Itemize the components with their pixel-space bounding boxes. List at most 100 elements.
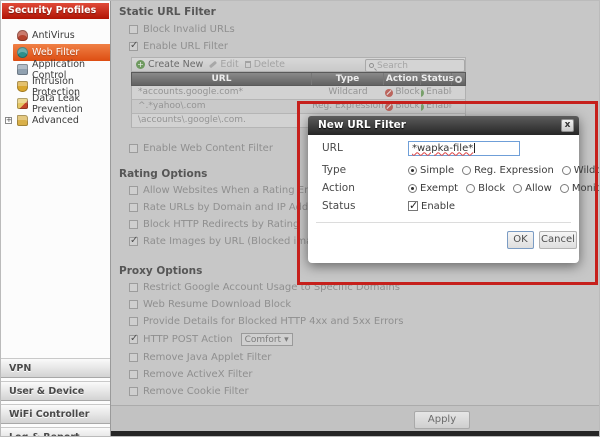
- expand-plus-icon[interactable]: +: [5, 117, 12, 124]
- block-icon: [385, 102, 394, 111]
- checkbox-remove-java-applet[interactable]: Remove Java Applet Filter: [129, 352, 271, 363]
- sidebar-item-label: AntiVirus: [32, 30, 75, 41]
- checkbox-label: Enable URL Filter: [143, 41, 229, 52]
- chevron-down-icon: ▾: [284, 334, 289, 345]
- checkbox[interactable]: [129, 300, 138, 309]
- checkbox-remove-cookie[interactable]: Remove Cookie Filter: [129, 386, 249, 397]
- radio-action-monitor[interactable]: Monitor: [559, 183, 599, 194]
- accordion-wifi-controller[interactable]: WiFi Controller: [1, 404, 110, 424]
- action-cell: Block: [384, 100, 421, 113]
- sidebar-item-data-leak-prevention[interactable]: Data Leak Prevention: [1, 93, 110, 115]
- delete-button[interactable]: Delete: [244, 59, 285, 70]
- radio-action-block[interactable]: Block: [466, 183, 505, 194]
- security-profiles-header[interactable]: Security Profiles: [2, 3, 109, 19]
- checkbox[interactable]: [129, 25, 138, 34]
- search-icon: [369, 63, 374, 68]
- checkbox-remove-activex[interactable]: Remove ActiveX Filter: [129, 369, 253, 380]
- ok-button[interactable]: OK: [507, 231, 534, 249]
- checkbox[interactable]: [129, 353, 138, 362]
- column-header-status[interactable]: Status: [421, 73, 454, 85]
- sidebar-item-label: Web Filter: [32, 47, 80, 58]
- checkbox-restrict-google-account[interactable]: Restrict Google Account Usage to Specifi…: [129, 282, 400, 293]
- checkbox[interactable]: [129, 203, 138, 212]
- column-header-action[interactable]: Action: [384, 73, 421, 85]
- edit-label: Edit: [220, 59, 239, 70]
- advanced-icon: [17, 115, 28, 126]
- dialog-divider: [316, 222, 571, 223]
- trash-icon: [244, 61, 251, 68]
- radio-icon[interactable]: [408, 183, 417, 193]
- column-header-type[interactable]: Type: [312, 73, 384, 85]
- select-value: Comfort: [244, 334, 282, 345]
- accordion-log-report[interactable]: Log & Report: [1, 427, 110, 436]
- checkbox[interactable]: [129, 220, 138, 229]
- table-search-box[interactable]: [365, 59, 465, 72]
- checkbox-icon[interactable]: [408, 199, 418, 212]
- checkbox-http-post-action[interactable]: HTTP POST Action Comfort ▾: [129, 333, 293, 346]
- radio-label: Block: [478, 182, 506, 194]
- checkbox[interactable]: [129, 370, 138, 379]
- radio-label: Wildcard: [573, 164, 599, 176]
- footer-bar: Apply: [111, 405, 599, 431]
- checkbox[interactable]: [129, 333, 138, 344]
- enable-check-icon: ✓: [421, 102, 425, 111]
- edit-button[interactable]: Edit: [209, 59, 239, 70]
- radio-action-allow[interactable]: Allow: [513, 183, 552, 194]
- search-input[interactable]: [377, 60, 457, 71]
- plus-icon: +: [136, 60, 145, 69]
- checkbox-label: Block Invalid URLs: [143, 24, 235, 35]
- sidebar-item-antivirus[interactable]: AntiVirus: [1, 27, 110, 44]
- radio-icon[interactable]: [408, 165, 417, 175]
- row-settings-cell: [452, 86, 465, 99]
- http-post-action-select[interactable]: Comfort ▾: [240, 333, 293, 346]
- checkbox-enable-web-content-filter[interactable]: Enable Web Content Filter: [129, 143, 273, 154]
- section-title-static-url-filter: Static URL Filter: [119, 6, 216, 18]
- sidebar-item-advanced[interactable]: + Advanced: [1, 112, 110, 129]
- pencil-icon: [209, 60, 218, 69]
- radio-icon[interactable]: [462, 165, 472, 175]
- table-row[interactable]: ^.*yahoo\.com Reg. Expression Block ✓Ena…: [131, 100, 466, 114]
- radio-icon[interactable]: [466, 183, 476, 193]
- create-new-button[interactable]: + Create New: [136, 59, 203, 70]
- radio-type-wildcard[interactable]: Wildcard: [561, 164, 599, 176]
- checkbox-label: Web Resume Download Block: [143, 299, 292, 310]
- checkbox-status-enable[interactable]: Enable: [408, 199, 455, 212]
- checkbox-block-http-redirects[interactable]: Block HTTP Redirects by Rating: [129, 219, 299, 230]
- checkbox-enable-url-filter[interactable]: Enable URL Filter: [129, 40, 229, 52]
- radio-icon[interactable]: [559, 183, 569, 193]
- checkbox-rate-urls-domain-ip[interactable]: Rate URLs by Domain and IP Address: [129, 202, 329, 213]
- checkbox-block-invalid-urls[interactable]: Block Invalid URLs: [129, 24, 235, 35]
- column-settings-cell[interactable]: [452, 73, 465, 85]
- accordion-user-device[interactable]: User & Device: [1, 381, 110, 401]
- radio-icon[interactable]: [513, 183, 523, 193]
- checkbox-web-resume-download-block[interactable]: Web Resume Download Block: [129, 299, 291, 310]
- dialog-action-row: Action Exempt Block Allow Monitor: [322, 180, 599, 196]
- web-filter-icon: [17, 47, 28, 58]
- checkbox[interactable]: [129, 387, 138, 396]
- accordion-vpn[interactable]: VPN: [1, 358, 110, 378]
- radio-icon[interactable]: [561, 165, 571, 175]
- checkbox[interactable]: [129, 317, 138, 326]
- action-field-label: Action: [322, 182, 355, 194]
- close-icon[interactable]: x: [561, 119, 574, 132]
- apply-button[interactable]: Apply: [414, 411, 470, 429]
- checkbox-provide-details-blocked-http[interactable]: Provide Details for Blocked HTTP 4xx and…: [129, 316, 403, 327]
- radio-type-simple[interactable]: Simple: [408, 165, 454, 176]
- column-header-url[interactable]: URL: [132, 73, 312, 85]
- radio-type-reg-expression[interactable]: Reg. Expression: [462, 165, 554, 176]
- checkbox[interactable]: [129, 40, 138, 51]
- checkbox[interactable]: [129, 283, 138, 292]
- type-field-label: Type: [322, 164, 347, 176]
- table-row[interactable]: *accounts.google.com* Wildcard Block ✓En…: [131, 86, 466, 100]
- radio-label: Allow: [525, 182, 552, 194]
- url-input[interactable]: *wapka-file*: [408, 140, 520, 156]
- dialog-url-row: URL *wapka-file*: [322, 140, 569, 156]
- checkbox[interactable]: [129, 186, 138, 195]
- radio-action-exempt[interactable]: Exempt: [408, 183, 458, 194]
- gear-icon: [455, 76, 462, 83]
- checkbox[interactable]: [129, 144, 138, 153]
- new-url-filter-dialog: New URL Filter x URL *wapka-file* Type S…: [308, 116, 599, 263]
- cancel-button[interactable]: Cancel: [539, 231, 577, 249]
- dialog-status-row: Status Enable: [322, 198, 569, 214]
- checkbox[interactable]: [129, 235, 138, 246]
